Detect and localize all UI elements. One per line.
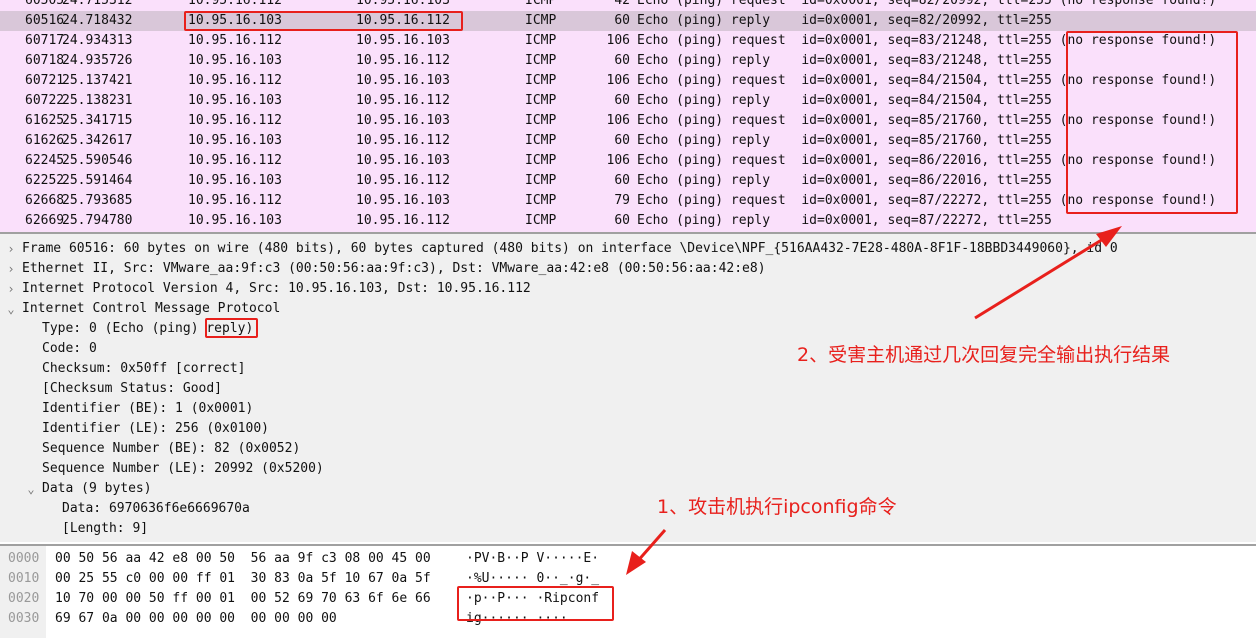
arrow-line-2 [974,234,1109,320]
arrow-head-2 [1096,226,1122,247]
annotation-arrows [626,226,1122,575]
